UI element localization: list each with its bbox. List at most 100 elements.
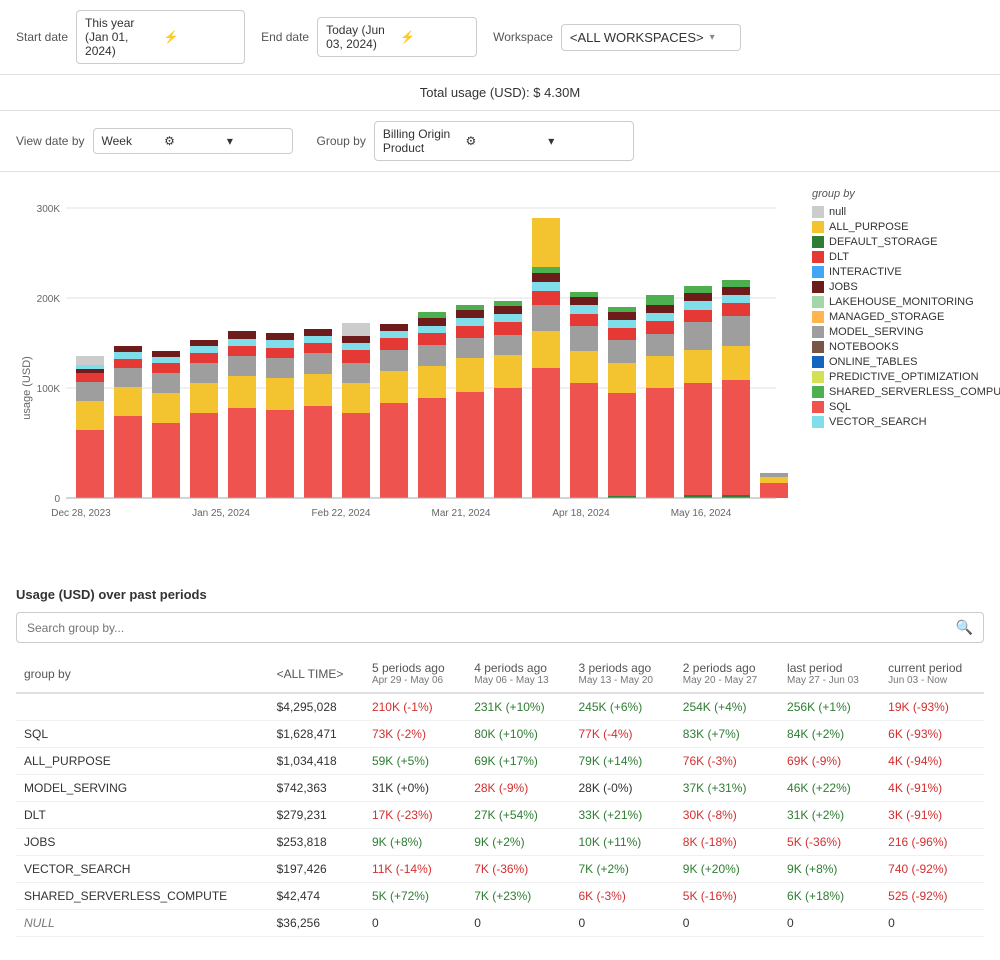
bar-dlt-2: [114, 359, 142, 368]
start-date-input[interactable]: This year (Jan 01, 2024) ⚡: [76, 10, 245, 64]
gear-icon-2: ⚙: [466, 134, 543, 148]
bar-vector-16: [646, 313, 674, 321]
top-bar: Start date This year (Jan 01, 2024) ⚡ En…: [0, 0, 1000, 75]
legend-item-label: ALL_PURPOSE: [829, 221, 908, 233]
bar-shared-16: [646, 295, 674, 305]
workspace-group: Workspace <ALL WORKSPACES> ▾: [493, 24, 741, 51]
cell-p4: 9K (+2%): [466, 829, 570, 856]
bar-vector-6: [266, 340, 294, 348]
cell-p3: 33K (+21%): [570, 802, 674, 829]
col-p1: last periodMay 27 - Jun 03: [779, 655, 880, 693]
bar-sql-6: [266, 410, 294, 498]
bar-modelserving-4: [190, 363, 218, 383]
group-by-group: Group by Billing Origin Product ⚙ ▾: [317, 121, 634, 161]
bar-dlt-15: [608, 328, 636, 340]
cell-p3: 7K (+2%): [570, 856, 674, 883]
group-by-select[interactable]: Billing Origin Product ⚙ ▾: [374, 121, 634, 161]
bar-vector-17: [684, 301, 712, 310]
cell-p1: 0: [779, 910, 880, 937]
bar-modelserving-15: [608, 340, 636, 363]
svg-text:Jan 25, 2024: Jan 25, 2024: [192, 508, 250, 519]
svg-text:Mar 21, 2024: Mar 21, 2024: [432, 508, 491, 519]
bar-sql-15: [608, 393, 636, 498]
end-date-label: End date: [261, 30, 309, 44]
bar-vector-8: [342, 343, 370, 350]
cell-p0: 3K (-91%): [880, 802, 984, 829]
bar-jobs-6: [266, 333, 294, 340]
legend-color-swatch: [812, 386, 824, 398]
col-group-by: group by: [16, 655, 269, 693]
start-date-label: Start date: [16, 30, 68, 44]
start-date-value: This year (Jan 01, 2024): [85, 16, 158, 58]
cell-p2: 9K (+20%): [675, 856, 779, 883]
bar-sql-8: [342, 413, 370, 498]
cell-all-time: $197,426: [269, 856, 364, 883]
bar-shared-18: [722, 280, 750, 287]
cell-name: SHARED_SERVERLESS_COMPUTE: [16, 883, 269, 910]
bar-sql-17: [684, 383, 712, 498]
group-by-label: Group by: [317, 134, 366, 148]
workspace-select[interactable]: <ALL WORKSPACES> ▾: [561, 24, 741, 51]
cell-p3: 10K (+11%): [570, 829, 674, 856]
cell-all-time: $742,363: [269, 775, 364, 802]
legend-item: MODEL_SERVING: [812, 326, 1000, 338]
bar-allpurpose-14: [570, 351, 598, 383]
search-input[interactable]: [27, 621, 956, 635]
cell-p5: 5K (+72%): [364, 883, 466, 910]
cell-p4: 231K (+10%): [466, 693, 570, 721]
bar-shared-10: [418, 312, 446, 318]
bar-jobs-14: [570, 297, 598, 305]
bar-vector-1: [76, 365, 104, 369]
cell-p0: 6K (-93%): [880, 721, 984, 748]
bar-allpurpose-13b: [532, 218, 560, 267]
legend-item: DEFAULT_STORAGE: [812, 236, 1000, 248]
flash-icon-2: ⚡: [400, 30, 468, 44]
bar-shared-14: [570, 292, 598, 297]
cell-all-time: $253,818: [269, 829, 364, 856]
bar-dlt-1: [76, 373, 104, 382]
col-p3: 3 periods agoMay 13 - May 20: [570, 655, 674, 693]
view-date-select[interactable]: Week ⚙ ▾: [93, 128, 293, 154]
col-p4: 4 periods agoMay 06 - May 13: [466, 655, 570, 693]
legend-color-swatch: [812, 416, 824, 428]
legend-title: group by: [812, 188, 1000, 200]
svg-text:0: 0: [54, 494, 60, 505]
col-p5: 5 periods agoApr 29 - May 06: [364, 655, 466, 693]
bar-sql-19: [760, 483, 788, 498]
cell-p0: 19K (-93%): [880, 693, 984, 721]
search-icon: 🔍: [956, 619, 973, 636]
legend-item-label: LAKEHOUSE_MONITORING: [829, 296, 974, 308]
bar-shared-11: [456, 305, 484, 310]
bar-vector-3: [152, 357, 180, 363]
table-row: $4,295,028210K (-1%)231K (+10%)245K (+6%…: [16, 693, 984, 721]
bar-shared-12: [494, 301, 522, 306]
table-title: Usage (USD) over past periods: [16, 587, 984, 602]
bar-sql-13: [532, 368, 560, 498]
search-bar[interactable]: 🔍: [16, 612, 984, 643]
cell-p2: 254K (+4%): [675, 693, 779, 721]
bar-allpurpose-2: [114, 387, 142, 416]
bar-dlt-16: [646, 321, 674, 334]
bar-jobs-11: [456, 310, 484, 318]
chart-container: usage (USD) 300K 200K 100K 0: [0, 172, 1000, 587]
end-date-input[interactable]: Today (Jun 03, 2024) ⚡: [317, 17, 477, 57]
legend-item-label: DLT: [829, 251, 849, 263]
legend-color-swatch: [812, 296, 824, 308]
bar-jobs-4: [190, 340, 218, 346]
bar-allpurpose-11: [456, 358, 484, 392]
bar-vector-14: [570, 305, 598, 314]
cell-p5: 9K (+8%): [364, 829, 466, 856]
total-usage-text: Total usage (USD): $ 4.30M: [420, 85, 580, 100]
legend-color-swatch: [812, 281, 824, 293]
cell-p3: 79K (+14%): [570, 748, 674, 775]
cell-p2: 83K (+7%): [675, 721, 779, 748]
group-by-value: Billing Origin Product: [383, 127, 460, 155]
cell-p4: 27K (+54%): [466, 802, 570, 829]
table-row: SQL$1,628,47173K (-2%)80K (+10%)77K (-4%…: [16, 721, 984, 748]
bar-jobs-13: [532, 273, 560, 282]
cell-p4: 0: [466, 910, 570, 937]
bar-dlt-17: [684, 310, 712, 322]
bar-jobs-2: [114, 346, 142, 352]
bar-sql-7: [304, 406, 332, 498]
bar-modelserving-18: [722, 316, 750, 346]
